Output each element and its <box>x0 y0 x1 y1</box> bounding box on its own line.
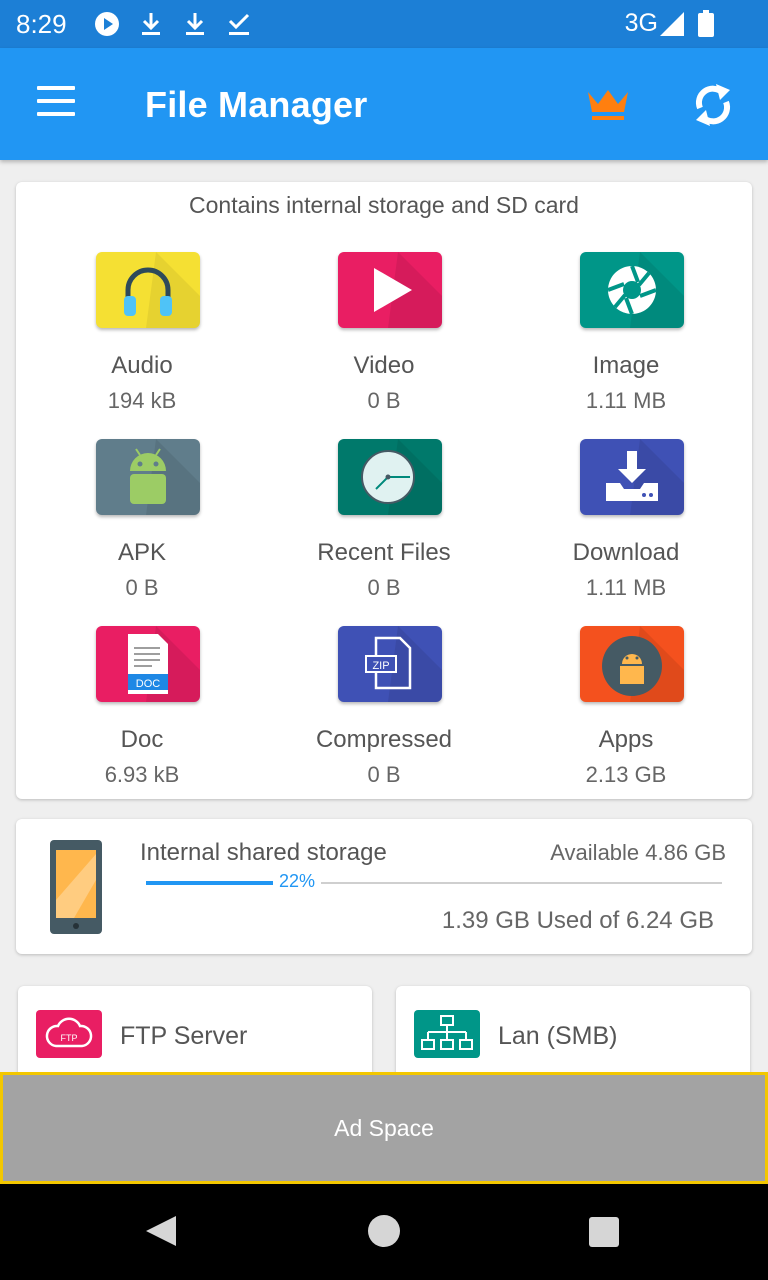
download-complete-icon <box>226 10 252 38</box>
apps-icon <box>580 626 684 702</box>
network-type: 3G <box>624 9 658 37</box>
ad-banner[interactable]: Ad Space <box>0 1072 768 1184</box>
lan-smb-card[interactable]: Lan (SMB) <box>396 986 750 1086</box>
storage-caption: Contains internal storage and SD card <box>189 192 579 218</box>
ftp-server-label: FTP Server <box>120 1022 248 1050</box>
category-label: Download <box>572 539 680 566</box>
storage-used: 1.39 GB Used of 6.24 GB <box>441 907 714 934</box>
home-icon[interactable] <box>368 1215 400 1247</box>
ftp-server-card[interactable]: FTP FTP Server <box>18 986 372 1086</box>
ftp-cloud-icon: FTP <box>36 1010 102 1058</box>
download-notification-icon <box>138 10 164 38</box>
play-notification-icon <box>94 10 120 38</box>
category-image[interactable]: Image 1.11 MB <box>506 252 746 422</box>
network-icon <box>414 1010 480 1058</box>
notification-icons <box>94 10 252 38</box>
menu-icon[interactable] <box>30 86 82 122</box>
category-video[interactable]: Video 0 B <box>264 252 504 422</box>
category-doc[interactable]: DOC Doc 6.93 kB <box>22 626 262 796</box>
storage-available: Available 4.86 GB <box>550 840 726 865</box>
category-size: 0 B <box>367 762 401 787</box>
category-label: Recent Files <box>317 539 451 566</box>
category-size: 0 B <box>367 388 401 413</box>
ad-label: Ad Space <box>334 1114 434 1141</box>
category-apk[interactable]: APK 0 B <box>22 439 262 609</box>
category-size: 2.13 GB <box>585 762 667 787</box>
category-size: 0 B <box>125 575 159 600</box>
headphones-icon <box>96 252 200 328</box>
storage-name: Internal shared storage <box>140 839 387 866</box>
category-compressed[interactable]: ZIP Compressed 0 B <box>264 626 504 796</box>
status-bar: 8:29 3G <box>0 0 768 48</box>
category-label: Image <box>592 352 660 379</box>
phone-icon <box>50 840 102 934</box>
ftp-icon-text: FTP <box>61 1033 78 1043</box>
zip-icon: ZIP <box>338 626 442 702</box>
play-icon <box>338 252 442 328</box>
category-label: Apps <box>598 726 654 753</box>
category-size: 6.93 kB <box>104 762 180 787</box>
progress-fill <box>146 881 273 885</box>
signal-icon <box>660 12 684 36</box>
category-size: 194 kB <box>107 388 177 413</box>
battery-icon <box>698 10 714 37</box>
category-apps[interactable]: Apps 2.13 GB <box>506 626 746 796</box>
category-audio[interactable]: Audio 194 kB <box>22 252 262 422</box>
svg-text:DOC: DOC <box>136 678 161 690</box>
android-icon <box>96 439 200 515</box>
back-icon[interactable] <box>144 1214 178 1248</box>
download-notification-icon <box>182 10 208 38</box>
category-label: Video <box>353 352 415 379</box>
category-label: APK <box>117 539 167 566</box>
refresh-icon[interactable] <box>686 78 740 132</box>
category-label: Audio <box>111 352 173 379</box>
lan-smb-label: Lan (SMB) <box>498 1022 618 1050</box>
category-size: 0 B <box>367 575 401 600</box>
category-download[interactable]: Download 1.11 MB <box>506 439 746 609</box>
system-nav-bar <box>0 1184 768 1280</box>
app-title: File Manager <box>145 84 368 125</box>
premium-crown-icon[interactable] <box>584 84 632 124</box>
doc-icon: DOC <box>96 626 200 702</box>
storage-percent: 22% <box>273 871 322 892</box>
svg-text:ZIP: ZIP <box>372 660 389 672</box>
storage-progress-bar: 22% <box>146 871 722 893</box>
app-bar: File Manager <box>0 48 768 160</box>
category-recent-files[interactable]: Recent Files 0 B <box>264 439 504 609</box>
category-size: 1.11 MB <box>585 388 667 413</box>
category-size: 1.11 MB <box>585 575 667 600</box>
camera-aperture-icon <box>580 252 684 328</box>
category-label: Doc <box>120 726 164 753</box>
status-time: 8:29 <box>16 9 67 39</box>
download-icon <box>580 439 684 515</box>
category-label: Compressed <box>315 726 453 753</box>
clock-icon <box>338 439 442 515</box>
recent-apps-icon[interactable] <box>589 1217 619 1247</box>
internal-storage-card[interactable]: Internal shared storage Available 4.86 G… <box>16 819 752 954</box>
categories-card: Contains internal storage and SD card Au… <box>16 182 752 799</box>
